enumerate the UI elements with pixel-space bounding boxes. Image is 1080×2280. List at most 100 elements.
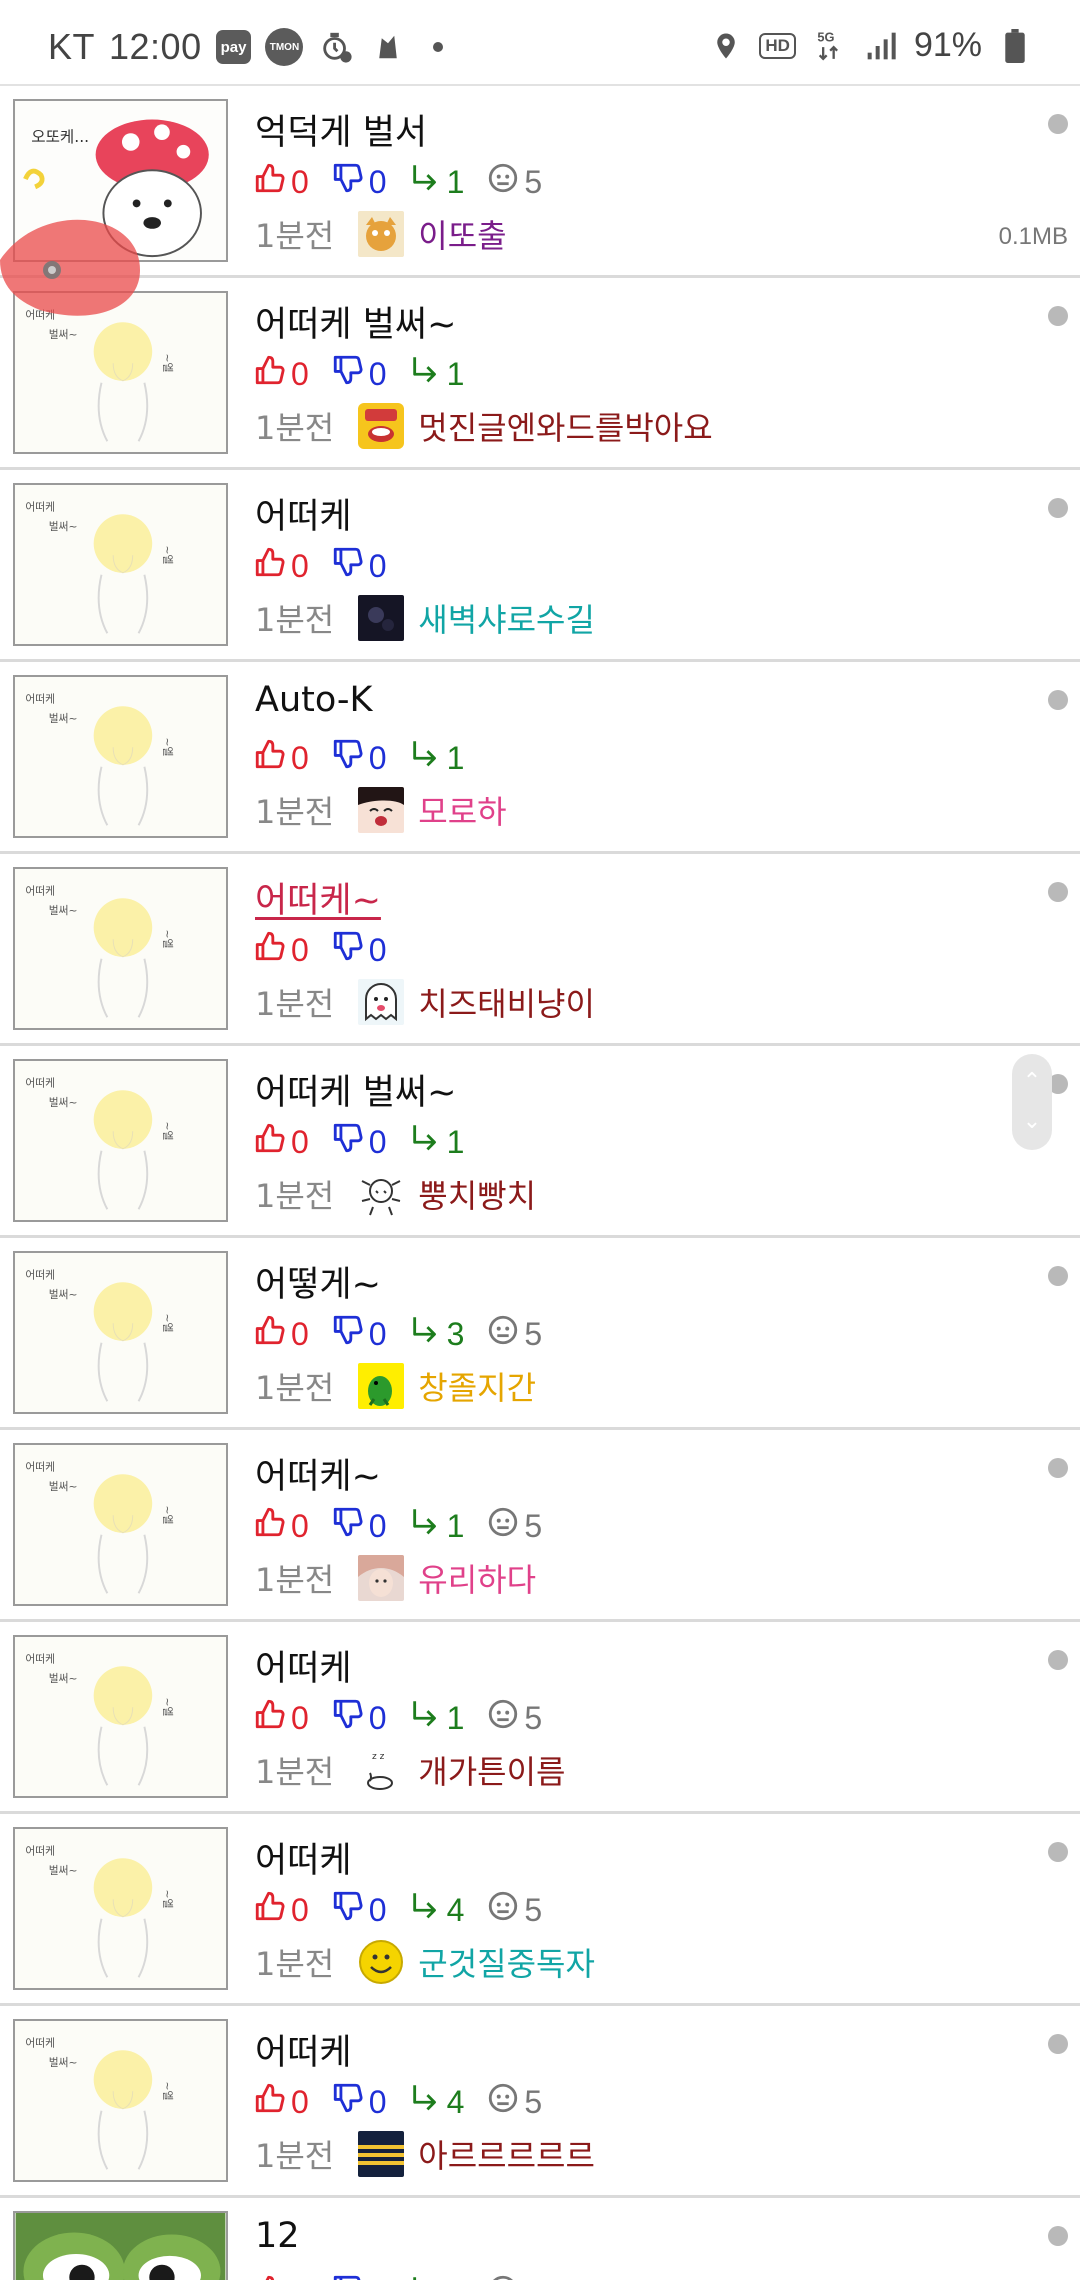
location-icon [707,27,745,65]
author-avatar[interactable] [358,1939,404,1985]
author-name[interactable]: 유리하다 [418,1555,536,1601]
thumb-caption: 오또케... [31,128,89,146]
post-title[interactable]: 12 [255,2216,300,2256]
post-thumbnail[interactable] [13,2211,228,2280]
reply-count: 1 [446,1123,465,1160]
reply-arrow-icon [409,353,443,395]
post-title[interactable]: 어떠케 벌써~ [255,1064,456,1115]
post-row[interactable]: 어떠케 벌써~ ~엘 어떠케 0 0 1 5 1분전 z z 개가튼이름 [0,1622,1080,1814]
author-avatar[interactable] [358,2131,405,2177]
thumbs-up-icon [253,353,287,395]
clock: 12:00 [109,26,202,67]
post-title[interactable]: 어떻게~ [255,1256,381,1307]
post-thumbnail[interactable]: 어떠케 벌써~ ~엘 [13,2019,228,2182]
author-name[interactable]: 모로하 [418,787,506,833]
post-stats: 0 0 1 5 [253,160,542,204]
author-avatar[interactable] [358,211,405,257]
downvote-count: 0 [368,1891,387,1928]
author-avatar[interactable] [358,1171,405,1217]
post-title[interactable]: 어떠케 벌써~ [255,296,456,347]
post-title[interactable]: 억덕게 벌서 [255,104,427,155]
author-name[interactable]: 창졸지간 [418,1363,536,1409]
post-row[interactable]: 어떠케 벌써~ ~엘 Auto-K 0 0 1 1분전 모로하 [0,662,1080,854]
post-row[interactable]: 어떠케 벌써~ ~엘 어떠케 벌써~ 0 0 1 1분전 뿡치빵치 [0,1046,1080,1238]
reply-count: 1 [446,163,465,200]
author-avatar[interactable] [358,403,405,449]
thumb-caption: ~엘 [161,1505,174,1524]
author-avatar[interactable] [358,979,405,1025]
upvote-count: 0 [291,2083,309,2120]
post-row[interactable]: 오또케... 억덕게 벌서 0 0 1 5 1분전 이또출 0.1MB [0,86,1080,278]
reply-count: 1 [446,1699,465,1736]
unread-dot-icon [1048,498,1068,518]
post-row[interactable]: 어떠케 벌써~ ~엘 어떠케 0 0 1분전 새벽샤로수길 [0,470,1080,662]
downvote-stat: 0 [331,1505,387,1547]
upvote-count: 0 [291,547,309,584]
author-name[interactable]: 뿡치빵치 [418,1171,536,1217]
unread-dot-icon [1048,1266,1068,1286]
post-title[interactable]: 어떠케 [255,1832,352,1883]
thumb-caption: ~엘 [161,1697,174,1716]
floating-bubble-icon[interactable] [0,160,150,320]
author-avatar[interactable]: z z [358,1747,405,1793]
post-thumbnail[interactable]: 어떠케 벌써~ ~엘 [13,675,228,838]
upvote-stat: 0 [253,2081,309,2123]
upvote-count: 0 [291,739,309,776]
attachment-size: 0.1MB [998,223,1068,250]
post-thumbnail[interactable]: 어떠케 벌써~ ~엘 [13,1251,228,1414]
upvote-stat: 0 [253,1505,309,1547]
unread-dot-icon [1048,2034,1068,2054]
scroll-up-icon[interactable]: ⌃ [1023,1071,1041,1093]
author-avatar[interactable] [358,1363,405,1409]
reply-count: 4 [446,2083,465,2120]
post-row[interactable]: 12 0 0 1 5 1분전 [0,2198,1080,2280]
post-title[interactable]: Auto-K [255,680,373,720]
downvote-count: 0 [368,1123,387,1160]
post-row[interactable]: 어떠케 벌써~ ~엘 어떠케 벌써~ 0 0 1 1분전 멋진글엔와드를박아요 [0,278,1080,470]
face-icon [486,1889,520,1931]
post-title[interactable]: 어떠케~ [255,872,381,923]
author-name[interactable]: 군것질중독자 [418,1939,595,1985]
post-row[interactable]: 어떠케 벌써~ ~엘 어떠케~ 0 0 1 5 1분전 유리하다 [0,1430,1080,1622]
scroll-down-icon[interactable]: ⌄ [1023,1111,1041,1133]
thumbs-up-icon [253,1121,287,1163]
quick-scroll-control[interactable]: ⌃ ⌄ [1012,1054,1052,1150]
author-name[interactable]: 새벽샤로수길 [418,595,595,641]
post-title[interactable]: 어떠케 [255,1640,352,1691]
author-avatar[interactable] [358,595,405,641]
post-row[interactable]: 어떠케 벌써~ ~엘 어떠케 0 0 4 5 1분전 아르르르르르 [0,2006,1080,2198]
author-name[interactable]: 치즈태비냥이 [418,979,595,1025]
unread-dot-icon [1048,2226,1068,2246]
post-stats: 0 0 1 [253,352,464,396]
post-row[interactable]: 어떠케 벌써~ ~엘 어떠케 0 0 4 5 1분전 군것질중독자 [0,1814,1080,2006]
post-title[interactable]: 어떠케 [255,488,352,539]
post-time: 1분전 [255,1369,335,1407]
face-icon [486,161,520,203]
post-title[interactable]: 어떠케 [255,2024,352,2075]
face-icon [486,1697,520,1739]
face-icon [486,1313,520,1355]
post-thumbnail[interactable]: 어떠케 벌써~ ~엘 [13,1059,228,1222]
svg-text:5G: 5G [817,29,834,44]
author-avatar[interactable] [358,787,405,833]
post-thumbnail[interactable]: 어떠케 벌써~ ~엘 [13,1827,228,1990]
post-thumbnail[interactable]: 어떠케 벌써~ ~엘 [13,483,228,646]
post-stats: 0 0 4 5 [253,1888,542,1932]
post-row[interactable]: 어떠케 벌써~ ~엘 어떻게~ 0 0 3 5 1분전 창졸지간 [0,1238,1080,1430]
view-count: 5 [524,163,543,200]
author-name[interactable]: 이또출 [418,211,506,257]
reply-stat: 1 [409,1121,465,1163]
post-thumbnail[interactable]: 어떠케 벌써~ ~엘 [13,867,228,1030]
thumb-caption: ~엘 [161,1313,174,1332]
upvote-stat: 0 [253,737,309,779]
author-name[interactable]: 아르르르르르 [418,2131,595,2177]
post-thumbnail[interactable]: 어떠케 벌써~ ~엘 [13,1635,228,1798]
author-name[interactable]: 개가튼이름 [418,1747,565,1793]
upvote-stat: 0 [253,545,309,587]
author-avatar[interactable] [358,1555,405,1601]
thumbs-up-icon [253,929,287,971]
author-name[interactable]: 멋진글엔와드를박아요 [418,403,712,449]
post-row[interactable]: 어떠케 벌써~ ~엘 어떠케~ 0 0 1분전 치즈태비냥이 [0,854,1080,1046]
post-thumbnail[interactable]: 어떠케 벌써~ ~엘 [13,1443,228,1606]
post-title[interactable]: 어떠케~ [255,1448,381,1499]
